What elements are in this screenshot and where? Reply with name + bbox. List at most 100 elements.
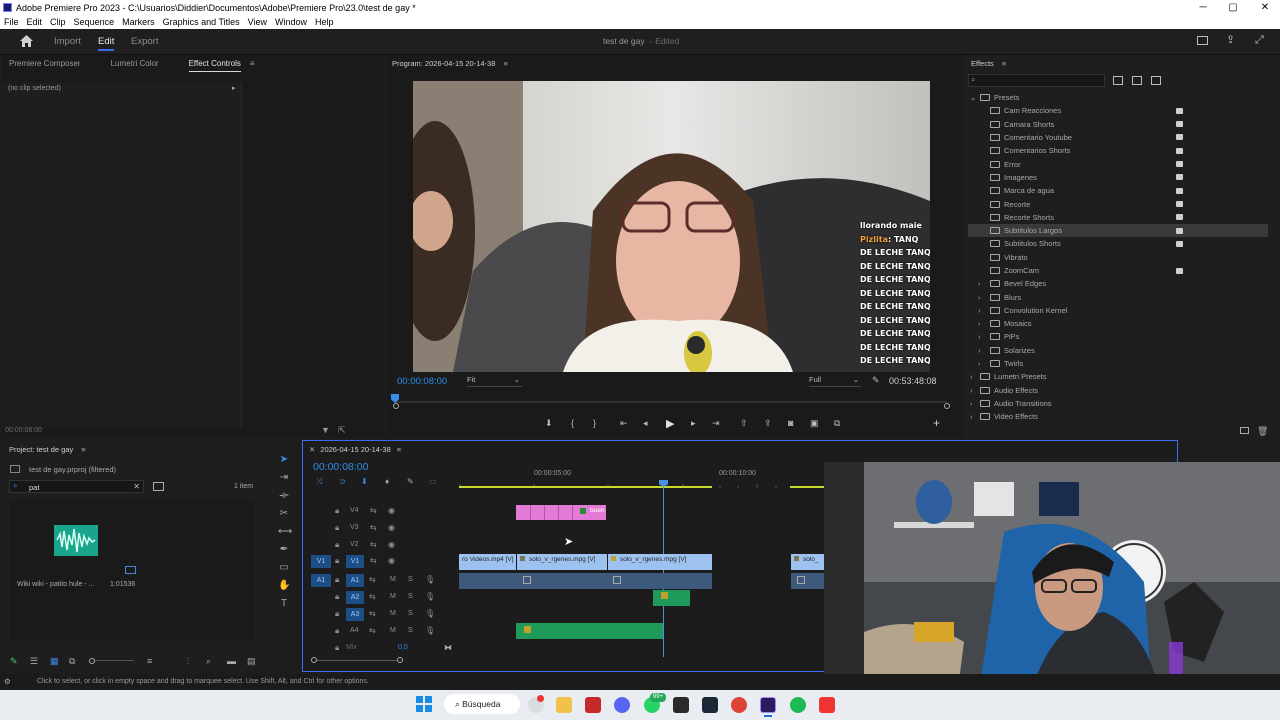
solo-button[interactable]: S <box>408 593 413 600</box>
add-marker-icon[interactable]: ⬇ <box>545 418 553 429</box>
linked-selection-icon[interactable]: ⊃ <box>339 477 346 486</box>
filter-icon[interactable]: ▼ <box>321 425 330 435</box>
step-forward-icon[interactable]: ▸ <box>691 418 696 429</box>
menu-sequence[interactable]: Sequence <box>70 17 119 27</box>
export-frame-icon[interactable]: ⇱ <box>338 425 346 436</box>
project-item-name[interactable]: Wiki wiki - patito hule - ... <box>17 581 94 588</box>
tab-export[interactable]: Export <box>131 36 158 47</box>
menu-view[interactable]: View <box>244 17 271 27</box>
effects-search-input[interactable]: ⌕ <box>968 74 1105 87</box>
mute-button[interactable]: M <box>390 576 396 583</box>
track-target-v1[interactable]: V1 <box>346 555 364 568</box>
camera-icon[interactable]: ◙ <box>788 418 793 428</box>
solo-button[interactable]: S <box>408 627 413 634</box>
lock-icon[interactable]: 🔒︎ <box>335 626 339 636</box>
sort-icon[interactable]: ≡ <box>147 656 152 666</box>
tab-premiere-composer[interactable]: Premiere Composer <box>0 59 90 68</box>
yuv-effects-icon[interactable] <box>1151 76 1161 85</box>
lock-icon[interactable]: 🔒︎ <box>335 523 339 533</box>
new-search-bin-icon[interactable] <box>153 482 164 491</box>
wrench-icon[interactable]: ✎ <box>872 375 880 386</box>
preset-item[interactable]: Error <box>968 157 1268 170</box>
sync-lock-icon[interactable]: ⇆ <box>370 523 377 532</box>
lock-icon[interactable]: 🔒︎ <box>335 609 339 619</box>
timeline-tab[interactable]: ✕ 2026-04-15 20-14-38 ≡ <box>309 445 401 454</box>
list-view-icon[interactable]: ☰ <box>30 656 38 667</box>
source-patch-a1[interactable]: A1 <box>311 574 331 587</box>
project-search-input[interactable]: ⌕ pat ✕ <box>9 480 144 493</box>
a1-audio-clip[interactable] <box>791 573 825 589</box>
lock-icon[interactable]: 🔒︎ <box>335 575 339 585</box>
automate-icon[interactable]: ⫶ <box>187 656 189 667</box>
add-button-icon[interactable]: + <box>933 416 940 430</box>
menu-window[interactable]: Window <box>271 17 311 27</box>
lock-icon[interactable]: 🔒︎ <box>335 540 339 550</box>
microphone-icon[interactable]: 🎙︎ <box>425 575 435 584</box>
effects-folder[interactable]: › Audio Transitions <box>968 397 1268 410</box>
track-target-a3[interactable]: A3 <box>346 608 364 621</box>
solo-button[interactable]: S <box>408 610 413 617</box>
eye-icon[interactable]: ◉ <box>388 556 395 565</box>
pencil-icon[interactable]: ✎ <box>10 656 18 667</box>
menu-edit[interactable]: Edit <box>23 17 47 27</box>
windows-start-icon[interactable] <box>416 696 432 712</box>
type-tool-icon[interactable]: T <box>278 598 290 610</box>
spotify-icon[interactable] <box>790 697 806 713</box>
microphone-icon[interactable]: 🎙︎ <box>425 592 435 601</box>
program-video-frame[interactable]: llorando maie Pizlita: TANQ DE LECHE TAN… <box>413 81 930 372</box>
v1-clip[interactable]: solo_v_rgenes.mpg [V] <box>517 554 607 570</box>
home-icon[interactable] <box>20 35 33 47</box>
mark-out-icon[interactable]: } <box>593 418 596 428</box>
preset-item[interactable]: Imagenes <box>968 171 1268 184</box>
presets-folder[interactable]: ⌄ Presets <box>968 91 1268 104</box>
pen-tool-icon[interactable]: ✒ <box>278 544 290 556</box>
compare-view-icon[interactable]: ▣ <box>810 418 819 429</box>
lock-icon[interactable]: 🔒︎ <box>335 643 339 653</box>
clear-search-icon[interactable]: ✕ <box>133 482 140 491</box>
track-target-a1[interactable]: A1 <box>346 574 364 587</box>
preset-item[interactable]: Cam Reacciones <box>968 104 1268 117</box>
preset-item[interactable]: Vibrato <box>968 251 1268 264</box>
quality-dropdown[interactable]: Full ⌄ <box>809 375 861 387</box>
sync-lock-icon[interactable]: ⇆ <box>370 540 377 549</box>
snap-icon[interactable]: ⤨ <box>316 477 322 487</box>
captions-icon[interactable]: ▭ <box>429 477 437 486</box>
premiere-pro-icon[interactable] <box>760 697 776 713</box>
razor-tool-icon[interactable]: ✂ <box>278 508 290 520</box>
source-patch-v1[interactable]: V1 <box>311 555 331 568</box>
tab-edit[interactable]: Edit <box>98 36 115 51</box>
microphone-icon[interactable]: 🎙︎ <box>425 626 435 635</box>
marker-icon[interactable]: ♦ <box>385 477 389 486</box>
menu-file[interactable]: File <box>0 17 23 27</box>
multi-view-icon[interactable]: ⧉ <box>834 418 840 429</box>
steam-icon[interactable] <box>702 697 718 713</box>
monitor-menu-icon[interactable]: ≡ <box>504 59 508 68</box>
a1-audio-clip[interactable] <box>459 573 712 589</box>
accelerated-effects-icon[interactable] <box>1113 76 1123 85</box>
v1-clip[interactable]: solo_v_rgenes.mpg [V] <box>608 554 712 570</box>
out-handle[interactable] <box>944 403 950 409</box>
wrench-icon[interactable]: ✎ <box>407 477 414 486</box>
tab-effect-controls[interactable]: Effect Controls <box>180 59 250 72</box>
monitor-timecode[interactable]: 00:00:08:00 <box>397 376 447 387</box>
menu-graphics[interactable]: Graphics and Titles <box>159 17 244 27</box>
preset-item[interactable]: ZoomCam <box>968 264 1268 277</box>
effects-group[interactable]: › Twirls <box>968 357 1268 370</box>
effects-group[interactable]: › Mosaics <box>968 317 1268 330</box>
v1-clip[interactable]: solo_ <box>791 554 825 570</box>
sync-lock-icon[interactable]: ⇆ <box>370 556 377 565</box>
lift-icon[interactable]: ⇧ <box>740 418 748 429</box>
preset-item[interactable]: Recorte <box>968 197 1268 210</box>
workspace-icon[interactable] <box>1197 36 1208 45</box>
mix-value[interactable]: 0,0 <box>398 644 408 651</box>
ripple-edit-tool-icon[interactable]: ⟛ <box>278 490 290 502</box>
new-bin-icon[interactable]: ▬ <box>227 656 236 666</box>
eye-icon[interactable]: ◉ <box>388 506 395 515</box>
effects-group[interactable]: › Solarizes <box>968 344 1268 357</box>
mute-button[interactable]: M <box>390 627 396 634</box>
monitor-scrub-bar[interactable] <box>395 399 947 409</box>
share-icon[interactable]: ⇪ <box>1226 34 1238 46</box>
zoom-slider-handle[interactable] <box>89 658 95 664</box>
panel-menu-icon[interactable]: ≡ <box>250 59 255 68</box>
mute-button[interactable]: M <box>390 610 396 617</box>
